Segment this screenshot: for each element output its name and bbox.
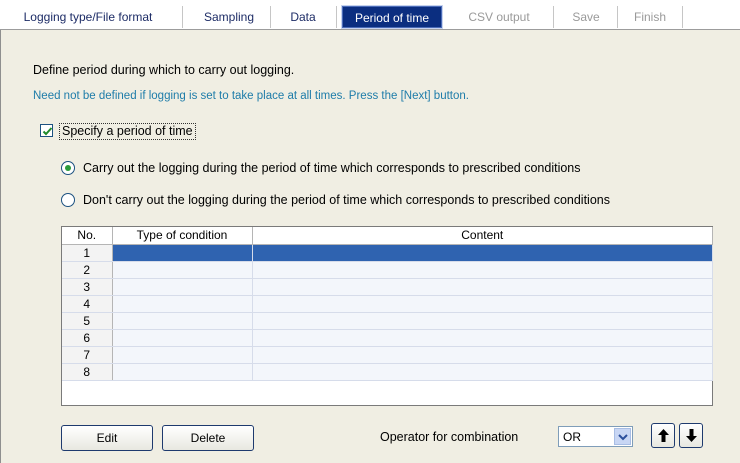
table-row[interactable]: 8 xyxy=(62,363,713,381)
tab-separator xyxy=(270,6,271,28)
delete-button[interactable]: Delete xyxy=(162,425,254,451)
type-cell[interactable] xyxy=(112,261,253,279)
move-up-button[interactable] xyxy=(651,423,675,448)
row-number: 3 xyxy=(62,278,113,296)
specify-period-label[interactable]: Specify a period of time xyxy=(59,123,196,140)
content-cell[interactable] xyxy=(252,329,713,347)
radio-carry-out-label[interactable]: Carry out the logging during the period … xyxy=(83,161,581,175)
row-number: 7 xyxy=(62,346,113,364)
radio-dont-carry-out-label[interactable]: Don't carry out the logging during the p… xyxy=(83,193,610,207)
type-cell[interactable] xyxy=(112,329,253,347)
tab-separator xyxy=(617,6,618,28)
content-cell[interactable] xyxy=(252,278,713,296)
row-number: 2 xyxy=(62,261,113,279)
intro-text: Define period during which to carry out … xyxy=(33,63,295,77)
type-cell[interactable] xyxy=(112,363,253,381)
table-row[interactable]: 3 xyxy=(62,278,713,296)
table-row[interactable]: 2 xyxy=(62,261,713,279)
tab-separator xyxy=(336,6,337,28)
table-row[interactable]: 6 xyxy=(62,329,713,347)
condition-grid: No. Type of condition Content 1 2 3 4 5 … xyxy=(61,226,713,406)
radio-selected-dot xyxy=(65,165,71,171)
table-row[interactable]: 1 xyxy=(62,244,713,262)
tab-period-of-time[interactable]: Period of time xyxy=(341,5,443,29)
tab-bar: Logging type/File format Sampling Data P… xyxy=(0,0,740,30)
row-number: 6 xyxy=(62,329,113,347)
content-cell[interactable] xyxy=(252,244,713,262)
content-cell[interactable] xyxy=(252,261,713,279)
tab-logging-type[interactable]: Logging type/File format xyxy=(8,6,168,28)
tab-save: Save xyxy=(572,10,600,24)
edit-button[interactable]: Edit xyxy=(61,425,153,451)
type-cell[interactable] xyxy=(112,295,253,313)
operator-label: Operator for combination xyxy=(380,430,519,444)
operator-value: OR xyxy=(563,430,581,444)
content-cell[interactable] xyxy=(252,346,713,364)
table-row[interactable]: 7 xyxy=(62,346,713,364)
tab-finish: Finish xyxy=(633,10,666,24)
row-number: 8 xyxy=(62,363,113,381)
content-cell[interactable] xyxy=(252,363,713,381)
row-number: 1 xyxy=(62,244,113,262)
tab-separator xyxy=(182,6,183,28)
row-number: 4 xyxy=(62,295,113,313)
arrow-down-icon xyxy=(686,429,697,442)
tab-csv-output: CSV output xyxy=(468,10,530,24)
type-cell[interactable] xyxy=(112,244,253,262)
row-number: 5 xyxy=(62,312,113,330)
type-cell[interactable] xyxy=(112,346,253,364)
arrow-up-icon xyxy=(658,429,669,442)
chevron-down-icon[interactable] xyxy=(614,428,631,445)
tab-data[interactable]: Data xyxy=(274,6,332,28)
hint-text: Need not be defined if logging is set to… xyxy=(33,90,469,102)
type-cell[interactable] xyxy=(112,312,253,330)
specify-period-checkbox[interactable] xyxy=(40,124,53,137)
content-cell[interactable] xyxy=(252,312,713,330)
tab-separator xyxy=(553,6,554,28)
radio-carry-out[interactable] xyxy=(61,161,75,175)
tab-sampling[interactable]: Sampling xyxy=(190,6,268,28)
table-row[interactable]: 4 xyxy=(62,295,713,313)
tab-separator xyxy=(682,6,683,28)
radio-dont-carry-out[interactable] xyxy=(61,193,75,207)
checkmark-icon xyxy=(42,127,53,136)
column-header-content[interactable]: Content xyxy=(252,227,713,245)
table-row[interactable]: 5 xyxy=(62,312,713,330)
column-header-type[interactable]: Type of condition xyxy=(112,227,253,245)
operator-select[interactable]: OR xyxy=(558,426,633,447)
type-cell[interactable] xyxy=(112,278,253,296)
move-down-button[interactable] xyxy=(679,423,703,448)
column-header-no[interactable]: No. xyxy=(62,227,113,245)
content-cell[interactable] xyxy=(252,295,713,313)
